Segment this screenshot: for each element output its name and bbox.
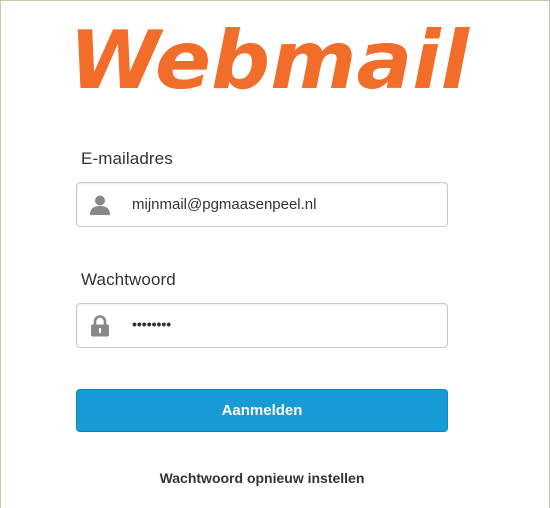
user-icon xyxy=(88,193,112,217)
email-value: mijnmail@pgmaasenpeel.nl xyxy=(132,196,317,213)
lock-icon xyxy=(88,314,112,338)
login-button[interactable]: Aanmelden xyxy=(76,389,448,432)
email-label: E-mailadres xyxy=(81,149,173,168)
logo-text: Webmail xyxy=(69,18,471,102)
password-value: •••••••• xyxy=(132,315,172,332)
reset-password-link[interactable]: Wachtwoord opnieuw instellen xyxy=(76,470,448,486)
email-field[interactable]: mijnmail@pgmaasenpeel.nl xyxy=(76,182,448,227)
password-label: Wachtwoord xyxy=(81,270,176,289)
webmail-logo: Webmail xyxy=(64,18,474,102)
password-field[interactable]: •••••••• xyxy=(76,303,448,348)
